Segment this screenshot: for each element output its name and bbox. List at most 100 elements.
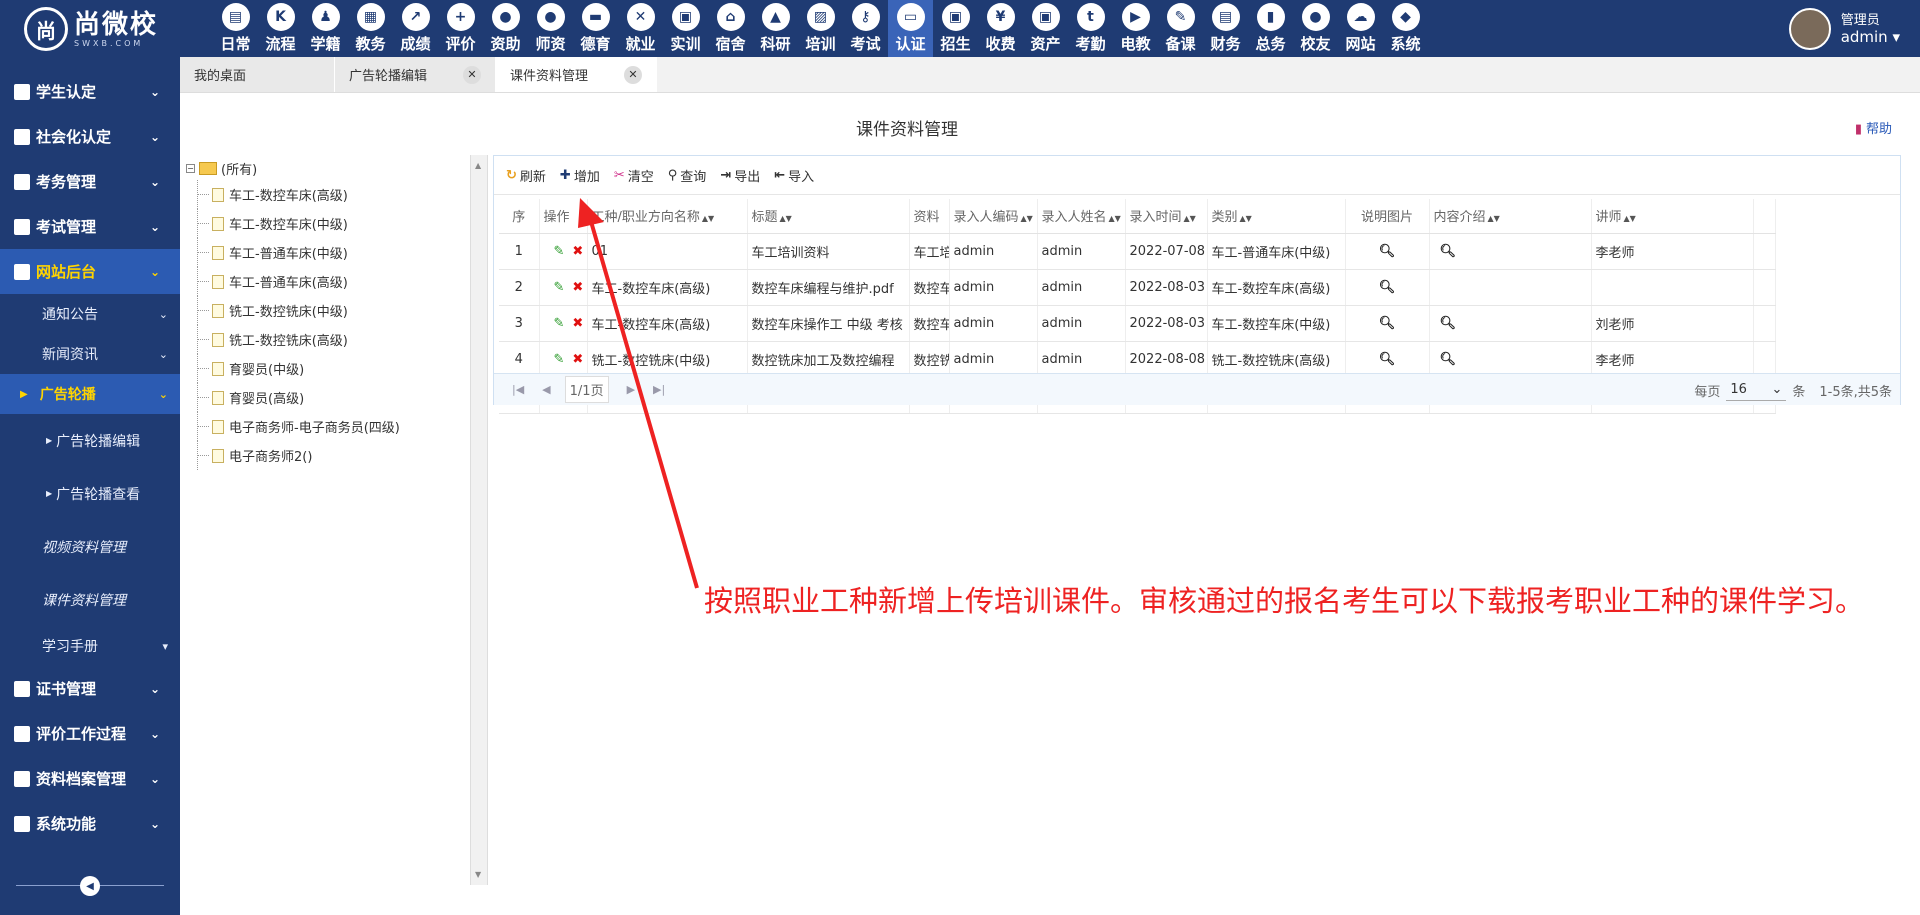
view-image-icon[interactable]: 🔍︎ [1379,316,1396,331]
view-intro-icon[interactable]: 🔍︎ [1440,352,1457,367]
nav-item-25[interactable]: ☁ 网站 [1338,0,1383,57]
scroll-down-icon[interactable]: ▼ [475,870,481,879]
sidebar-group-top-2[interactable]: 考务管理 ⌄ [0,159,180,204]
table-row[interactable]: 4 ✎ ✖ 铣工-数控铣床(中级) 数控铣床加工及数控编程 数控铣 admin admin 20… [499,341,1776,378]
tab-2[interactable]: 课件资料管理 ✕ [496,57,658,92]
avatar[interactable] [1788,8,1831,50]
table-row[interactable]: 3 ✎ ✖ 车工-数控车床(高级) 数控车床操作工 中级 考核 数控车 admin admin… [499,305,1776,342]
sort-icon[interactable]: ▲▼ [1240,214,1252,223]
sort-icon[interactable]: ▲▼ [702,214,714,223]
sort-icon[interactable]: ▲▼ [1021,214,1033,223]
nav-item-4[interactable]: ↗ 成绩 [393,0,438,57]
table-row[interactable]: 2 ✎ ✖ 车工-数控车床(高级) 数控车床编程与维护.pdf 数控车 admin admin… [499,269,1776,306]
column-header[interactable]: 讲师 ▲▼ [1591,199,1754,234]
sort-icon[interactable]: ▲▼ [1109,214,1121,223]
table-row[interactable]: 1 ✎ ✖ 01 车工培训资料 车工培 admin admin 2022-07-08 车工-普通车… [499,233,1776,270]
next-page-icon[interactable]: ▶ [627,383,635,396]
sidebar-item-sub3-1[interactable]: ▶ 广告轮播查看 [0,467,180,520]
delete-icon[interactable]: ✖ [572,352,583,367]
collapse-toggle-icon[interactable]: − [186,163,195,173]
nav-item-23[interactable]: ▮ 总务 [1248,0,1293,57]
sidebar-group-bottom-2[interactable]: 资料档案管理 ⌄ [0,756,180,801]
sidebar-item-sub3-2[interactable]: 视频资料管理 [0,520,180,573]
prev-page-icon[interactable]: ◀ [542,383,550,396]
delete-icon[interactable]: ✖ [572,316,583,331]
toolbar-button-search[interactable]: ⚲ 查询 [668,166,707,185]
nav-item-14[interactable]: ⚷ 考试 [843,0,888,57]
column-header[interactable]: 类别 ▲▼ [1207,199,1346,234]
column-header[interactable]: 工种/职业方向名称 ▲▼ [587,199,748,234]
view-image-icon[interactable]: 🔍︎ [1379,352,1396,367]
nav-item-13[interactable]: ▨ 培训 [798,0,843,57]
nav-item-2[interactable]: ♟ 学籍 [303,0,348,57]
tree-node[interactable]: 车工-普通车床(中级) [186,238,476,267]
tree-scrollbar[interactable]: ▲ ▼ [470,155,488,885]
column-header[interactable]: 录入人姓名 ▲▼ [1037,199,1126,234]
nav-item-26[interactable]: ◆ 系统 [1383,0,1428,57]
tree-node[interactable]: 育婴员(中级) [186,354,476,383]
toolbar-button-import[interactable]: ⇤ 导入 [774,166,814,185]
nav-item-7[interactable]: ● 师资 [528,0,573,57]
tab-1[interactable]: 广告轮播编辑 ✕ [335,57,497,92]
sidebar-group-bottom-3[interactable]: 系统功能 ⌄ [0,801,180,846]
nav-item-16[interactable]: ▣ 招生 [933,0,978,57]
sort-icon[interactable]: ▲▼ [1184,214,1196,223]
tree-node[interactable]: 育婴员(高级) [186,383,476,412]
last-page-icon[interactable]: ▶| [653,383,665,396]
column-header[interactable]: 录入人编码 ▲▼ [949,199,1038,234]
close-icon[interactable]: ✕ [463,65,482,84]
nav-item-11[interactable]: ⌂ 宿舍 [708,0,753,57]
nav-item-20[interactable]: ▶ 电教 [1113,0,1158,57]
delete-icon[interactable]: ✖ [572,280,583,295]
toolbar-button-refresh[interactable]: ↻ 刷新 [506,166,546,185]
tree-node[interactable]: 车工-数控车床(高级) [186,180,476,209]
tree-node[interactable]: 铣工-数控铣床(中级) [186,296,476,325]
toolbar-button-plus[interactable]: ✚ 增加 [560,166,600,185]
tree-node[interactable]: 铣工-数控铣床(高级) [186,325,476,354]
sidebar-group-top-4[interactable]: 网站后台 ⌄ [0,249,180,294]
edit-icon[interactable]: ✎ [554,280,565,295]
help-link[interactable]: ▮ 帮助 [1855,118,1892,137]
first-page-icon[interactable]: |◀ [512,383,524,396]
nav-item-24[interactable]: ● 校友 [1293,0,1338,57]
sidebar-group-top-0[interactable]: 学生认定 ⌄ [0,69,180,114]
nav-item-15[interactable]: ▭ 认证 [888,0,933,57]
caret-down-icon[interactable]: ▾ [1892,28,1900,46]
tree-node[interactable]: 车工-普通车床(高级) [186,267,476,296]
view-image-icon[interactable]: 🔍︎ [1379,280,1396,295]
sidebar-group-bottom-1[interactable]: 评价工作过程 ⌄ [0,711,180,756]
sidebar-item-sub-0[interactable]: 通知公告 ⌄ [0,294,180,334]
scroll-up-icon[interactable]: ▲ [475,161,481,170]
sidebar-item-sub3-0[interactable]: ▶ 广告轮播编辑 [0,414,180,467]
nav-item-3[interactable]: ▦ 教务 [348,0,393,57]
tree-root[interactable]: − (所有) [186,156,476,180]
tree-node[interactable]: 车工-数控车床(中级) [186,209,476,238]
delete-icon[interactable]: ✖ [572,244,583,259]
edit-icon[interactable]: ✎ [554,316,565,331]
close-icon[interactable]: ✕ [624,65,643,84]
nav-item-1[interactable]: K 流程 [258,0,303,57]
column-header[interactable]: 标题 ▲▼ [747,199,910,234]
sidebar-group-top-1[interactable]: 社会化认定 ⌄ [0,114,180,159]
nav-item-21[interactable]: ✎ 备课 [1158,0,1203,57]
nav-item-19[interactable]: t 考勤 [1068,0,1113,57]
nav-item-9[interactable]: ✕ 就业 [618,0,663,57]
sidebar-group-top-3[interactable]: 考试管理 ⌄ [0,204,180,249]
nav-item-5[interactable]: + 评价 [438,0,483,57]
view-image-icon[interactable]: 🔍︎ [1379,244,1396,259]
nav-item-17[interactable]: ¥ 收费 [978,0,1023,57]
collapse-left-icon[interactable]: ◀ [80,876,100,896]
page-info[interactable]: 1/1页 [564,376,609,403]
column-header[interactable]: 内容介绍 ▲▼ [1429,199,1592,234]
edit-icon[interactable]: ✎ [554,244,565,259]
sidebar-item-sub-1[interactable]: 新闻资讯 ⌄ [0,334,180,374]
toolbar-button-scissors[interactable]: ✂ 清空 [614,166,654,185]
column-header[interactable]: 录入时间 ▲▼ [1125,199,1208,234]
view-intro-icon[interactable]: 🔍︎ [1440,244,1457,259]
sidebar-item-study-manual[interactable]: 学习手册 ▾ [0,626,180,666]
sort-icon[interactable]: ▲▼ [1624,214,1636,223]
nav-item-22[interactable]: ▤ 财务 [1203,0,1248,57]
view-intro-icon[interactable]: 🔍︎ [1440,316,1457,331]
nav-item-18[interactable]: ▣ 资产 [1023,0,1068,57]
nav-item-12[interactable]: ▲ 科研 [753,0,798,57]
